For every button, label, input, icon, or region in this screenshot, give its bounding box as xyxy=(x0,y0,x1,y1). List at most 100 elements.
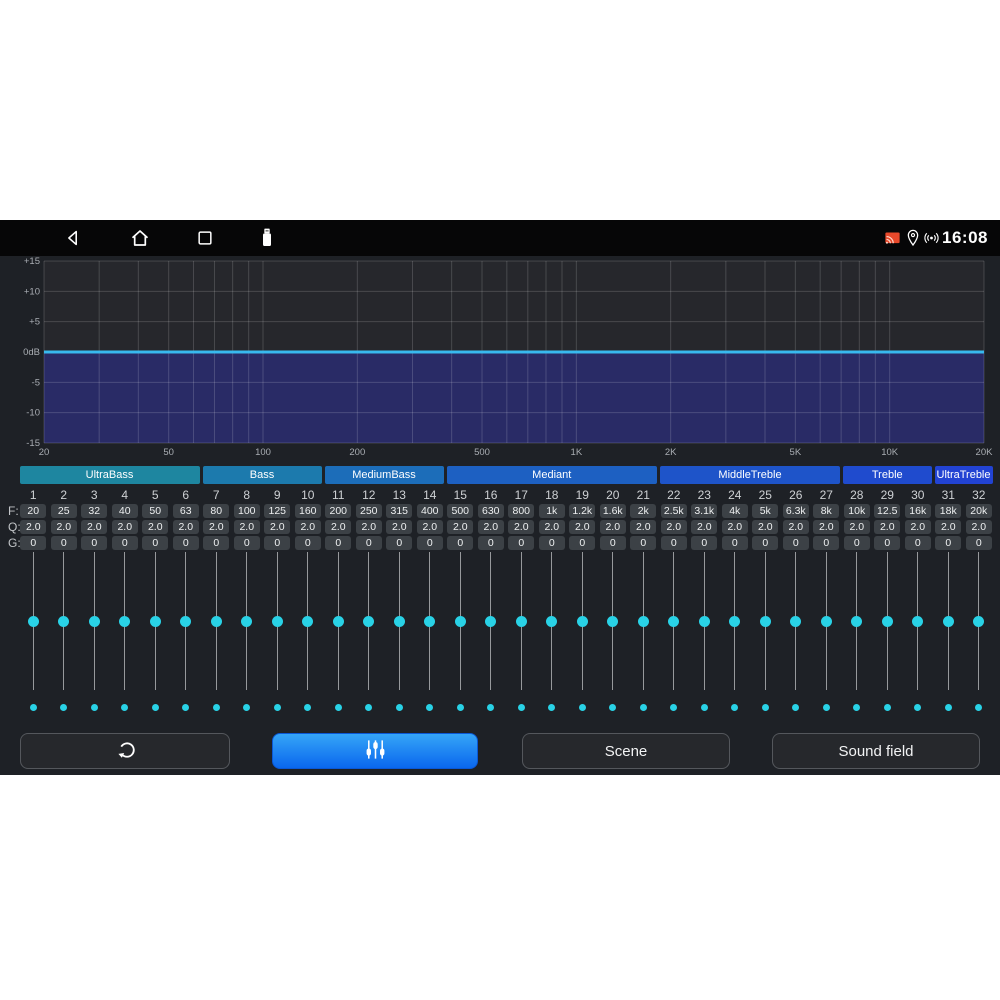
frequency-value[interactable]: 16k xyxy=(905,504,931,518)
q-factor-value[interactable]: 2.0 xyxy=(325,520,351,534)
q-factor-value[interactable]: 2.0 xyxy=(630,520,656,534)
gain-value[interactable]: 0 xyxy=(783,536,809,550)
frequency-response-graph[interactable]: +15+10+50dB-5-10-1520501002005001K2K5K10… xyxy=(0,256,1000,458)
gain-slider-thumb[interactable] xyxy=(638,616,649,627)
frequency-value[interactable]: 125 xyxy=(264,504,290,518)
frequency-value[interactable]: 200 xyxy=(325,504,351,518)
gain-slider-thumb[interactable] xyxy=(577,616,588,627)
q-factor-value[interactable]: 2.0 xyxy=(234,520,260,534)
q-factor-value[interactable]: 2.0 xyxy=(112,520,138,534)
frequency-value[interactable]: 1k xyxy=(539,504,565,518)
frequency-value[interactable]: 500 xyxy=(447,504,473,518)
gain-value[interactable]: 0 xyxy=(752,536,778,550)
gain-slider-thumb[interactable] xyxy=(302,616,313,627)
gain-slider-thumb[interactable] xyxy=(760,616,771,627)
gain-value[interactable]: 0 xyxy=(844,536,870,550)
channel-indicator-dot[interactable] xyxy=(152,704,159,711)
channel-indicator-dot[interactable] xyxy=(335,704,342,711)
frequency-value[interactable]: 63 xyxy=(173,504,199,518)
gain-value[interactable]: 0 xyxy=(935,536,961,550)
channel-indicator-dot[interactable] xyxy=(182,704,189,711)
q-factor-value[interactable]: 2.0 xyxy=(478,520,504,534)
gain-slider-thumb[interactable] xyxy=(790,616,801,627)
channel-indicator-dot[interactable] xyxy=(853,704,860,711)
frequency-value[interactable]: 8k xyxy=(813,504,839,518)
channel-indicator-dot[interactable] xyxy=(121,704,128,711)
gain-slider-thumb[interactable] xyxy=(729,616,740,627)
channel-indicator-dot[interactable] xyxy=(274,704,281,711)
frequency-value[interactable]: 2k xyxy=(630,504,656,518)
gain-value[interactable]: 0 xyxy=(417,536,443,550)
channel-indicator-dot[interactable] xyxy=(640,704,647,711)
q-factor-value[interactable]: 2.0 xyxy=(966,520,992,534)
gain-slider-thumb[interactable] xyxy=(211,616,222,627)
gain-value[interactable]: 0 xyxy=(478,536,504,550)
gain-value[interactable]: 0 xyxy=(630,536,656,550)
frequency-value[interactable]: 4k xyxy=(722,504,748,518)
gain-value[interactable]: 0 xyxy=(966,536,992,550)
gain-slider-thumb[interactable] xyxy=(912,616,923,627)
gain-value[interactable]: 0 xyxy=(874,536,900,550)
q-factor-value[interactable]: 2.0 xyxy=(264,520,290,534)
q-factor-value[interactable]: 2.0 xyxy=(905,520,931,534)
reset-button[interactable] xyxy=(20,733,230,769)
channel-indicator-dot[interactable] xyxy=(670,704,677,711)
q-factor-value[interactable]: 2.0 xyxy=(447,520,473,534)
q-factor-value[interactable]: 2.0 xyxy=(508,520,534,534)
channel-indicator-dot[interactable] xyxy=(457,704,464,711)
gain-value[interactable]: 0 xyxy=(203,536,229,550)
channel-indicator-dot[interactable] xyxy=(975,704,982,711)
q-factor-value[interactable]: 2.0 xyxy=(935,520,961,534)
scene-button[interactable]: Scene xyxy=(522,733,730,769)
channel-indicator-dot[interactable] xyxy=(426,704,433,711)
q-factor-value[interactable]: 2.0 xyxy=(722,520,748,534)
gain-slider-thumb[interactable] xyxy=(973,616,984,627)
gain-value[interactable]: 0 xyxy=(295,536,321,550)
recents-icon[interactable] xyxy=(195,228,215,248)
channel-indicator-dot[interactable] xyxy=(396,704,403,711)
channel-indicator-dot[interactable] xyxy=(243,704,250,711)
frequency-value[interactable]: 40 xyxy=(112,504,138,518)
gain-value[interactable]: 0 xyxy=(356,536,382,550)
frequency-value[interactable]: 2.5k xyxy=(661,504,687,518)
gain-slider-thumb[interactable] xyxy=(58,616,69,627)
gain-value[interactable]: 0 xyxy=(173,536,199,550)
frequency-value[interactable]: 18k xyxy=(935,504,961,518)
frequency-value[interactable]: 25 xyxy=(51,504,77,518)
frequency-value[interactable]: 250 xyxy=(356,504,382,518)
gain-value[interactable]: 0 xyxy=(447,536,473,550)
frequency-value[interactable]: 400 xyxy=(417,504,443,518)
q-factor-value[interactable]: 2.0 xyxy=(752,520,778,534)
gain-value[interactable]: 0 xyxy=(386,536,412,550)
gain-slider-thumb[interactable] xyxy=(333,616,344,627)
frequency-value[interactable]: 315 xyxy=(386,504,412,518)
channel-indicator-dot[interactable] xyxy=(945,704,952,711)
gain-slider-thumb[interactable] xyxy=(668,616,679,627)
gain-slider-thumb[interactable] xyxy=(821,616,832,627)
frequency-value[interactable]: 50 xyxy=(142,504,168,518)
channel-indicator-dot[interactable] xyxy=(762,704,769,711)
frequency-value[interactable]: 80 xyxy=(203,504,229,518)
gain-slider-thumb[interactable] xyxy=(272,616,283,627)
frequency-value[interactable]: 12.5 xyxy=(874,504,900,518)
gain-slider-thumb[interactable] xyxy=(546,616,557,627)
equalizer-button[interactable] xyxy=(272,733,478,769)
q-factor-value[interactable]: 2.0 xyxy=(142,520,168,534)
gain-value[interactable]: 0 xyxy=(569,536,595,550)
q-factor-value[interactable]: 2.0 xyxy=(81,520,107,534)
frequency-value[interactable]: 1.2k xyxy=(569,504,595,518)
q-factor-value[interactable]: 2.0 xyxy=(386,520,412,534)
gain-slider-thumb[interactable] xyxy=(180,616,191,627)
gain-value[interactable]: 0 xyxy=(508,536,534,550)
frequency-value[interactable]: 1.6k xyxy=(600,504,626,518)
channel-indicator-dot[interactable] xyxy=(91,704,98,711)
gain-value[interactable]: 0 xyxy=(600,536,626,550)
gain-slider-thumb[interactable] xyxy=(424,616,435,627)
gain-value[interactable]: 0 xyxy=(325,536,351,550)
home-icon[interactable] xyxy=(128,226,152,250)
q-factor-value[interactable]: 2.0 xyxy=(51,520,77,534)
gain-value[interactable]: 0 xyxy=(722,536,748,550)
frequency-value[interactable]: 6.3k xyxy=(783,504,809,518)
channel-indicator-dot[interactable] xyxy=(579,704,586,711)
frequency-value[interactable]: 5k xyxy=(752,504,778,518)
